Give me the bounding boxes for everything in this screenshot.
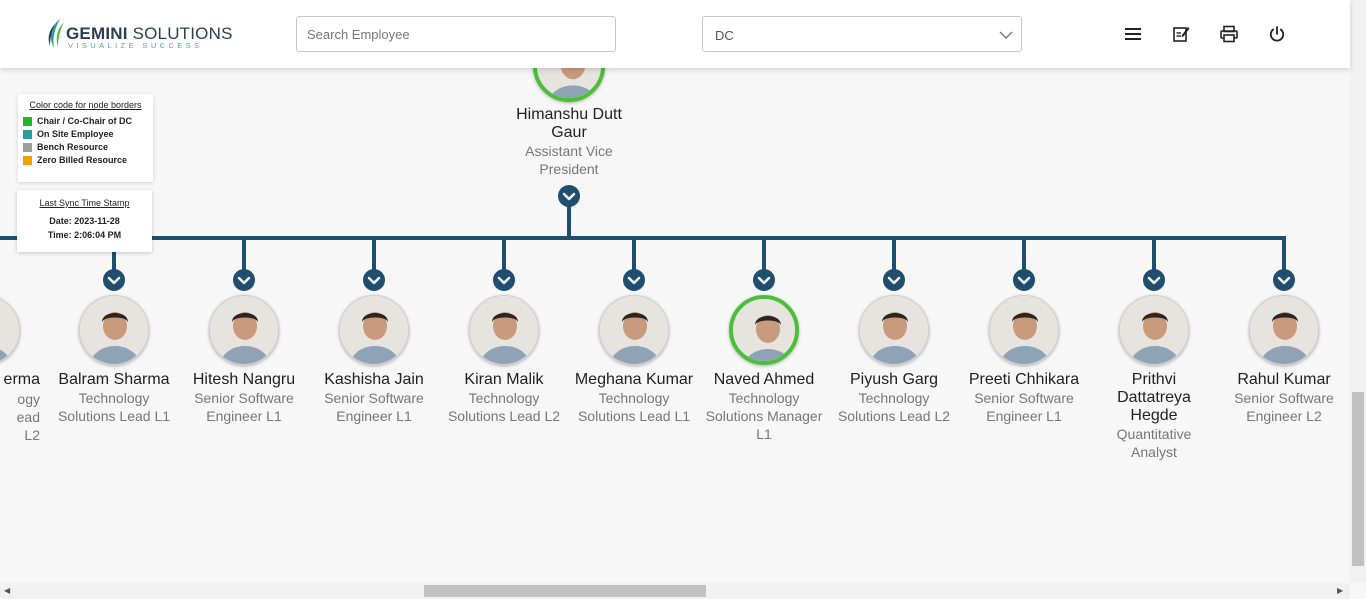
employee-name: Himanshu Dutt Gaur: [516, 106, 622, 141]
employee-role: Assistant Vice President: [525, 143, 613, 177]
employee-node[interactable]: Balram Sharma Technology Solutions Lead L…: [52, 371, 176, 425]
employee-name: Meghana Kumar: [574, 371, 694, 388]
employee-name: erma: [3, 371, 40, 388]
employee-photo-avatar[interactable]: [989, 295, 1059, 365]
logo-tagline: VISUALIZE SUCCESS: [68, 41, 203, 50]
employee-node[interactable]: Naved Ahmed Technology Solutions Manager …: [702, 371, 826, 443]
child-expand-toggle-icon[interactable]: [363, 269, 385, 291]
scroll-right-arrow-icon[interactable]: ▶: [1337, 586, 1343, 595]
employee-role: Senior Software Engineer L1: [324, 390, 424, 424]
legend-swatch: [23, 142, 32, 152]
top-header: GEMINI SOLUTIONS VISUALIZE SUCCESS DC: [0, 0, 1350, 68]
employee-name: Prithvi Dattatreya Hegde: [1117, 371, 1191, 424]
employee-node[interactable]: Kiran Malik Technology Solutions Lead L2: [442, 371, 566, 425]
employee-photo-avatar[interactable]: [79, 295, 149, 365]
legend-title: Color code for node borders: [29, 100, 142, 110]
scroll-left-arrow-icon[interactable]: ◀: [4, 586, 10, 595]
employee-role: Technology Solutions Lead L2: [837, 390, 951, 424]
horizontal-scrollbar[interactable]: ◀ ▶: [0, 583, 1350, 599]
legend-swatch: [23, 129, 32, 139]
employee-photo-avatar[interactable]: [1119, 295, 1189, 365]
child-expand-toggle-icon[interactable]: [1013, 269, 1035, 291]
employee-role: Senior Software Engineer L1: [194, 390, 294, 424]
gemini-solutions-logo[interactable]: GEMINI SOLUTIONS VISUALIZE SUCCESS: [46, 16, 232, 52]
border-color-legend: Color code for node borders Chair / Co-C…: [18, 94, 153, 182]
employee-role: Senior Software Engineer L2: [1234, 390, 1334, 424]
employee-node[interactable]: Kashisha Jain Senior Software Engineer L1: [312, 371, 436, 425]
child-expand-toggle-icon[interactable]: [883, 269, 905, 291]
employee-node[interactable]: Preeti Chhikara Senior Software Engineer …: [962, 371, 1086, 425]
sync-title: Last Sync Time Stamp: [39, 198, 130, 208]
employee-role: Technology Solutions Manager L1: [705, 390, 823, 442]
sync-date: Date: 2023-11-28: [49, 216, 120, 226]
employee-name: Naved Ahmed: [713, 371, 815, 388]
employee-role: Technology Solutions Lead L2: [447, 390, 561, 424]
print-icon[interactable]: [1219, 24, 1239, 44]
legend-label: Chair / Co-Chair of DC: [37, 116, 133, 126]
employee-node[interactable]: erma ogy ead L2: [0, 371, 40, 444]
legend-label: On Site Employee: [37, 129, 114, 139]
root-expand-toggle-icon[interactable]: [558, 185, 580, 207]
employee-name: Kiran Malik: [464, 371, 544, 388]
employee-photo-avatar[interactable]: [729, 295, 799, 365]
employee-name: Hitesh Nangru: [192, 371, 296, 388]
employee-node[interactable]: Rahul Kumar Senior Software Engineer L2: [1222, 371, 1346, 425]
employee-role: Quantitative Analyst: [1116, 426, 1192, 460]
employee-node[interactable]: Meghana Kumar Technology Solutions Lead L…: [572, 371, 696, 425]
employee-name: Piyush Garg: [849, 371, 939, 388]
legend-swatch: [23, 155, 32, 165]
employee-name: Kashisha Jain: [324, 371, 424, 388]
child-expand-toggle-icon[interactable]: [493, 269, 515, 291]
power-icon[interactable]: [1267, 24, 1287, 44]
employee-node[interactable]: Hitesh Nangru Senior Software Engineer L1: [182, 371, 306, 425]
horizontal-scroll-thumb[interactable]: [424, 585, 706, 597]
legend-swatch: [23, 116, 32, 126]
employee-photo-avatar[interactable]: [209, 295, 279, 365]
legend-item: Chair / Co-Chair of DC: [23, 116, 148, 126]
root-employee-node[interactable]: Himanshu Dutt Gaur Assistant Vice Presid…: [507, 106, 631, 178]
employee-photo-avatar[interactable]: [859, 295, 929, 365]
dc-select-value: DC: [715, 28, 734, 43]
logo-mark-icon: [48, 19, 64, 48]
search-employee-input[interactable]: [296, 16, 616, 52]
dc-select[interactable]: DC: [702, 16, 1022, 52]
child-expand-toggle-icon[interactable]: [623, 269, 645, 291]
employee-name: Rahul Kumar: [1237, 371, 1331, 388]
legend-item: Bench Resource: [23, 142, 148, 152]
child-expand-toggle-icon[interactable]: [1273, 269, 1295, 291]
child-expand-toggle-icon[interactable]: [233, 269, 255, 291]
employee-node[interactable]: Piyush Garg Technology Solutions Lead L2: [832, 371, 956, 425]
menu-icon[interactable]: [1123, 24, 1143, 44]
employee-photo-avatar[interactable]: [599, 295, 669, 365]
employee-name: Balram Sharma: [58, 371, 170, 388]
child-expand-toggle-icon[interactable]: [1143, 269, 1165, 291]
employee-role: Technology Solutions Lead L1: [57, 390, 171, 424]
employee-photo-avatar[interactable]: [339, 295, 409, 365]
vertical-scroll-thumb[interactable]: [1352, 392, 1364, 566]
chevron-down-icon: [999, 31, 1013, 39]
employee-photo-avatar[interactable]: [469, 295, 539, 365]
employee-photo-avatar[interactable]: [1249, 295, 1319, 365]
employee-node[interactable]: Prithvi Dattatreya Hegde Quantitative Ana…: [1092, 371, 1216, 461]
legend-label: Bench Resource: [37, 142, 109, 152]
vertical-scrollbar[interactable]: [1350, 0, 1366, 583]
employee-name: Preeti Chhikara: [968, 371, 1080, 388]
legend-item: Zero Billed Resource: [23, 155, 148, 165]
org-chart-connectors: [0, 185, 1295, 291]
employee-role: Technology Solutions Lead L1: [577, 390, 691, 424]
last-sync-panel: Last Sync Time Stamp Date: 2023-11-28 Ti…: [17, 190, 152, 252]
employee-role: ogy ead L2: [16, 391, 40, 443]
org-chart: Himanshu Dutt Gaur Assistant Vice Presid…: [0, 0, 1350, 583]
legend-item: On Site Employee: [23, 129, 148, 139]
edit-note-icon[interactable]: [1171, 24, 1191, 44]
child-expand-toggle-icon[interactable]: [753, 269, 775, 291]
child-expand-toggle-icon[interactable]: [103, 269, 125, 291]
sync-time: Time: 2:06:04 PM: [47, 230, 122, 240]
legend-label: Zero Billed Resource: [37, 155, 128, 165]
employee-role: Senior Software Engineer L1: [974, 390, 1074, 424]
